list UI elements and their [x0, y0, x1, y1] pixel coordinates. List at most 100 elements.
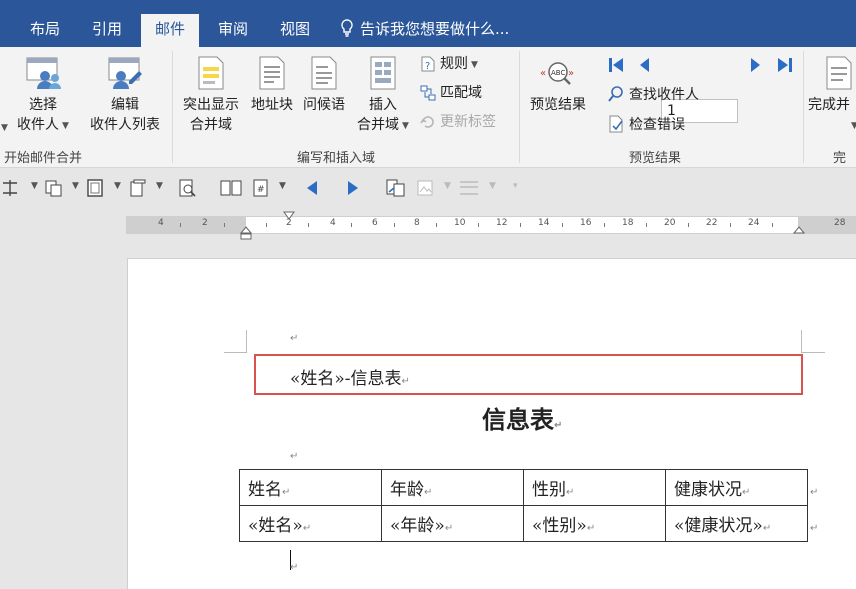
- ruler-number: 18: [622, 218, 634, 228]
- ruler-number: 20: [664, 218, 676, 228]
- right-indent-marker[interactable]: [793, 226, 805, 234]
- highlight-merge-fields-button[interactable]: 突出显示 合并域: [177, 55, 245, 135]
- first-line-indent-marker[interactable]: [283, 211, 295, 221]
- header-corner-guide: [246, 330, 247, 352]
- previous-record-icon[interactable]: [637, 56, 651, 74]
- header-cell-health: 健康状况: [674, 480, 742, 500]
- lightbulb-icon: [341, 19, 353, 37]
- header-footer-icon[interactable]: [458, 179, 480, 197]
- check-errors-label: 检查错误: [629, 117, 685, 133]
- address-block-button[interactable]: 地址块: [247, 55, 297, 115]
- preview-results-label: 预览结果: [530, 97, 586, 113]
- row-end-mark: ↵: [810, 487, 819, 498]
- table-cell[interactable]: «姓名»↵: [239, 505, 382, 542]
- ruler-number: 4: [158, 218, 164, 228]
- chevron-down-icon[interactable]: ▼: [114, 181, 121, 191]
- table-row: «姓名»↵ «年龄»↵ «性别»↵ «健康状况»↵: [239, 505, 808, 542]
- finish-merge-button[interactable]: 完成并 ▼: [808, 55, 856, 136]
- table-cell[interactable]: 姓名↵: [239, 469, 382, 506]
- update-labels-button[interactable]: 更新标签: [420, 111, 496, 133]
- table-cell[interactable]: 性别↵: [523, 469, 666, 506]
- insert-field-label-1: 插入: [369, 97, 397, 113]
- rules-icon: ?: [421, 56, 435, 72]
- match-fields-button[interactable]: 匹配域: [420, 82, 482, 104]
- tab-view[interactable]: 视图: [272, 14, 318, 47]
- page-size-icon[interactable]: [128, 179, 148, 197]
- tab-mailings[interactable]: 邮件: [141, 14, 199, 47]
- next-arrow-icon[interactable]: [346, 179, 360, 197]
- ruler-tick: [478, 223, 479, 227]
- chevron-down-icon[interactable]: ▼: [72, 181, 79, 191]
- previous-arrow-icon[interactable]: [305, 179, 319, 197]
- picture-icon[interactable]: [416, 179, 434, 197]
- highlight-fields-label-2: 合并域: [190, 117, 232, 133]
- select-recipients-button[interactable]: 选择 收件人 ▼: [12, 55, 74, 136]
- rules-button[interactable]: ? 规则 ▼: [420, 53, 478, 75]
- highlight-fields-icon: [198, 56, 224, 90]
- group-divider: [803, 51, 804, 163]
- header-field-line[interactable]: «姓名»-信息表↵: [290, 364, 410, 389]
- finish-merge-label: 完成并: [808, 97, 850, 113]
- group-divider: [519, 51, 520, 163]
- more-options-icon[interactable]: ▾: [513, 181, 518, 191]
- ruler-tick: [351, 223, 352, 227]
- row-end-mark: ↵: [810, 523, 819, 534]
- page-number-icon[interactable]: #: [252, 179, 270, 197]
- merge-field-name: «姓名»: [248, 516, 303, 536]
- document-title[interactable]: 信息表↵: [482, 400, 562, 435]
- left-indent-marker[interactable]: [240, 226, 252, 240]
- tab-review[interactable]: 审阅: [210, 14, 256, 47]
- ruler-number: 16: [580, 218, 592, 228]
- cell-mark: ↵: [742, 487, 751, 498]
- table-cell[interactable]: «健康状况»↵: [665, 505, 808, 542]
- print-preview-icon[interactable]: [178, 179, 198, 197]
- ruler-number: 12: [496, 218, 508, 228]
- chevron-down-icon[interactable]: ▼: [444, 181, 451, 191]
- greeting-line-button[interactable]: 问候语: [299, 55, 349, 115]
- chevron-down-icon[interactable]: ▼: [489, 181, 496, 191]
- chevron-down-icon[interactable]: ▼: [31, 181, 38, 191]
- start-merge-caret[interactable]: ▼: [0, 116, 8, 138]
- ruler-number: 24: [748, 218, 760, 228]
- find-recipient-button[interactable]: 查找收件人: [607, 84, 699, 106]
- check-errors-button[interactable]: 检查错误: [607, 114, 685, 136]
- chevron-down-icon: ▼: [471, 60, 478, 70]
- chevron-down-icon[interactable]: ▼: [156, 181, 163, 191]
- tab-layout[interactable]: 布局: [22, 14, 68, 47]
- link-previous-icon[interactable]: [385, 179, 407, 197]
- horizontal-ruler[interactable]: 4 2 2 4 6 8 10 12 14 16 18 20 22 24 28: [126, 216, 856, 234]
- find-recipient-icon: [608, 86, 623, 102]
- merge-field-gender: «性别»: [532, 516, 587, 536]
- table-cell[interactable]: 健康状况↵: [665, 469, 808, 506]
- ruler-tick: [604, 223, 605, 227]
- tell-me-search[interactable]: 告诉我您想要做什么...: [340, 14, 509, 47]
- ruler-number: 4: [330, 218, 336, 228]
- two-pages-icon[interactable]: [220, 179, 242, 197]
- layout-icon[interactable]: [2, 179, 24, 197]
- chevron-down-icon[interactable]: ▼: [279, 181, 286, 191]
- insert-merge-field-button[interactable]: 插入 合并域 ▼: [352, 55, 414, 136]
- paragraph-mark: ↵: [554, 420, 563, 431]
- table-cell[interactable]: 年龄↵: [381, 469, 524, 506]
- match-fields-icon: [420, 85, 436, 101]
- table-cell[interactable]: «年龄»↵: [381, 505, 524, 542]
- page-borders-icon[interactable]: [86, 179, 106, 197]
- header-corner-guide: [224, 352, 247, 353]
- tab-references[interactable]: 引用: [84, 14, 130, 47]
- header-field-text: «姓名»-信息表: [290, 369, 402, 389]
- preview-results-button[interactable]: « ABC» 预览结果: [525, 55, 591, 115]
- ruler-number: 22: [706, 218, 718, 228]
- next-record-icon[interactable]: [749, 56, 763, 74]
- first-record-icon[interactable]: [607, 56, 625, 74]
- cell-mark: ↵: [282, 487, 291, 498]
- insert-field-label-2: 合并域: [357, 117, 400, 133]
- ruler-tick: [730, 223, 731, 227]
- copy-page-icon[interactable]: [44, 179, 64, 197]
- check-errors-icon: [609, 115, 623, 133]
- svg-text:ABC: ABC: [551, 69, 565, 77]
- edit-recipient-list-button[interactable]: 编辑 收件人列表: [84, 55, 166, 135]
- group-divider: [172, 51, 173, 163]
- last-record-icon[interactable]: [776, 56, 794, 74]
- svg-text:#: #: [257, 185, 265, 195]
- table-cell[interactable]: «性别»↵: [523, 505, 666, 542]
